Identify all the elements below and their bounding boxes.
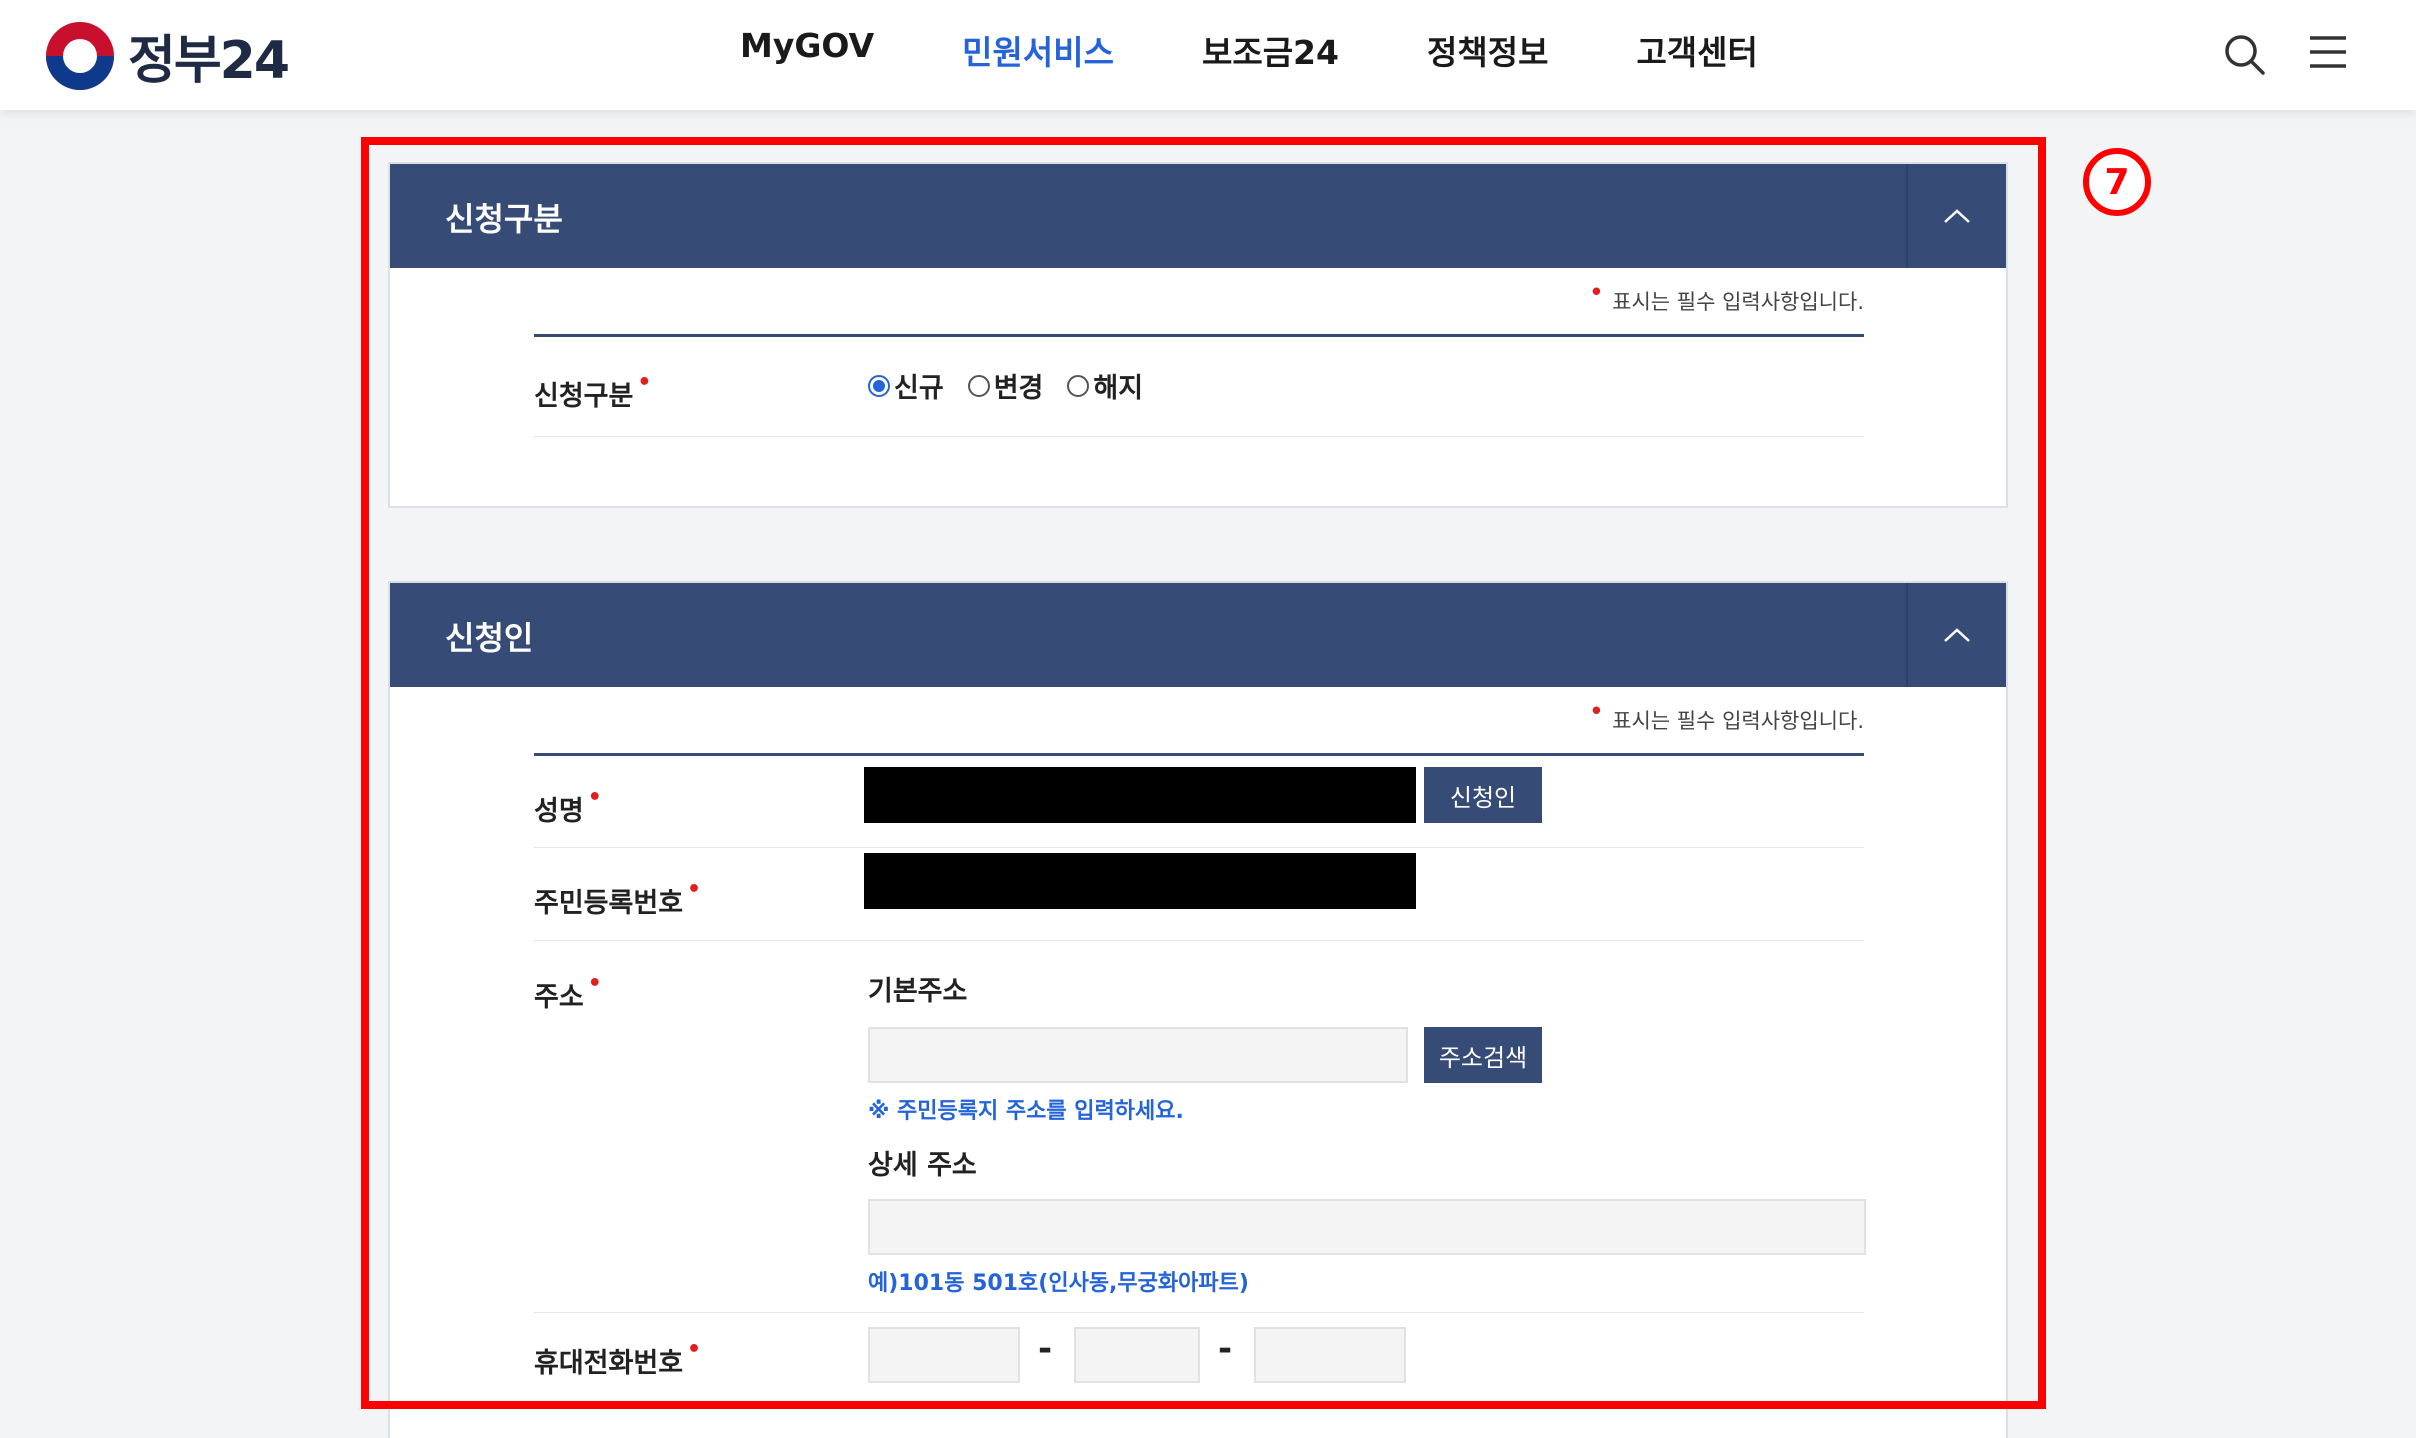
search-icon[interactable]	[2222, 32, 2266, 76]
annotation-highlight-box	[361, 137, 2046, 1409]
nav-item-customer-center[interactable]: 고객센터	[1636, 26, 1757, 74]
logo-text: 정부24	[128, 31, 290, 91]
gov24-logo[interactable]: 정부24	[46, 18, 290, 93]
main-nav: MyGOV 민원서비스 보조금24 정책정보 고객센터	[740, 26, 1758, 74]
nav-item-policy-info[interactable]: 정책정보	[1427, 26, 1548, 74]
taegeuk-logo-icon	[46, 21, 114, 90]
hamburger-menu-icon[interactable]	[2308, 34, 2348, 70]
nav-item-civil-service[interactable]: 민원서비스	[962, 26, 1114, 74]
step-number-badge: 7	[2083, 148, 2151, 216]
nav-item-subsidy24[interactable]: 보조금24	[1202, 26, 1339, 74]
nav-item-mygov[interactable]: MyGOV	[740, 26, 874, 74]
top-header: 정부24 MyGOV 민원서비스 보조금24 정책정보 고객센터	[0, 0, 2416, 110]
